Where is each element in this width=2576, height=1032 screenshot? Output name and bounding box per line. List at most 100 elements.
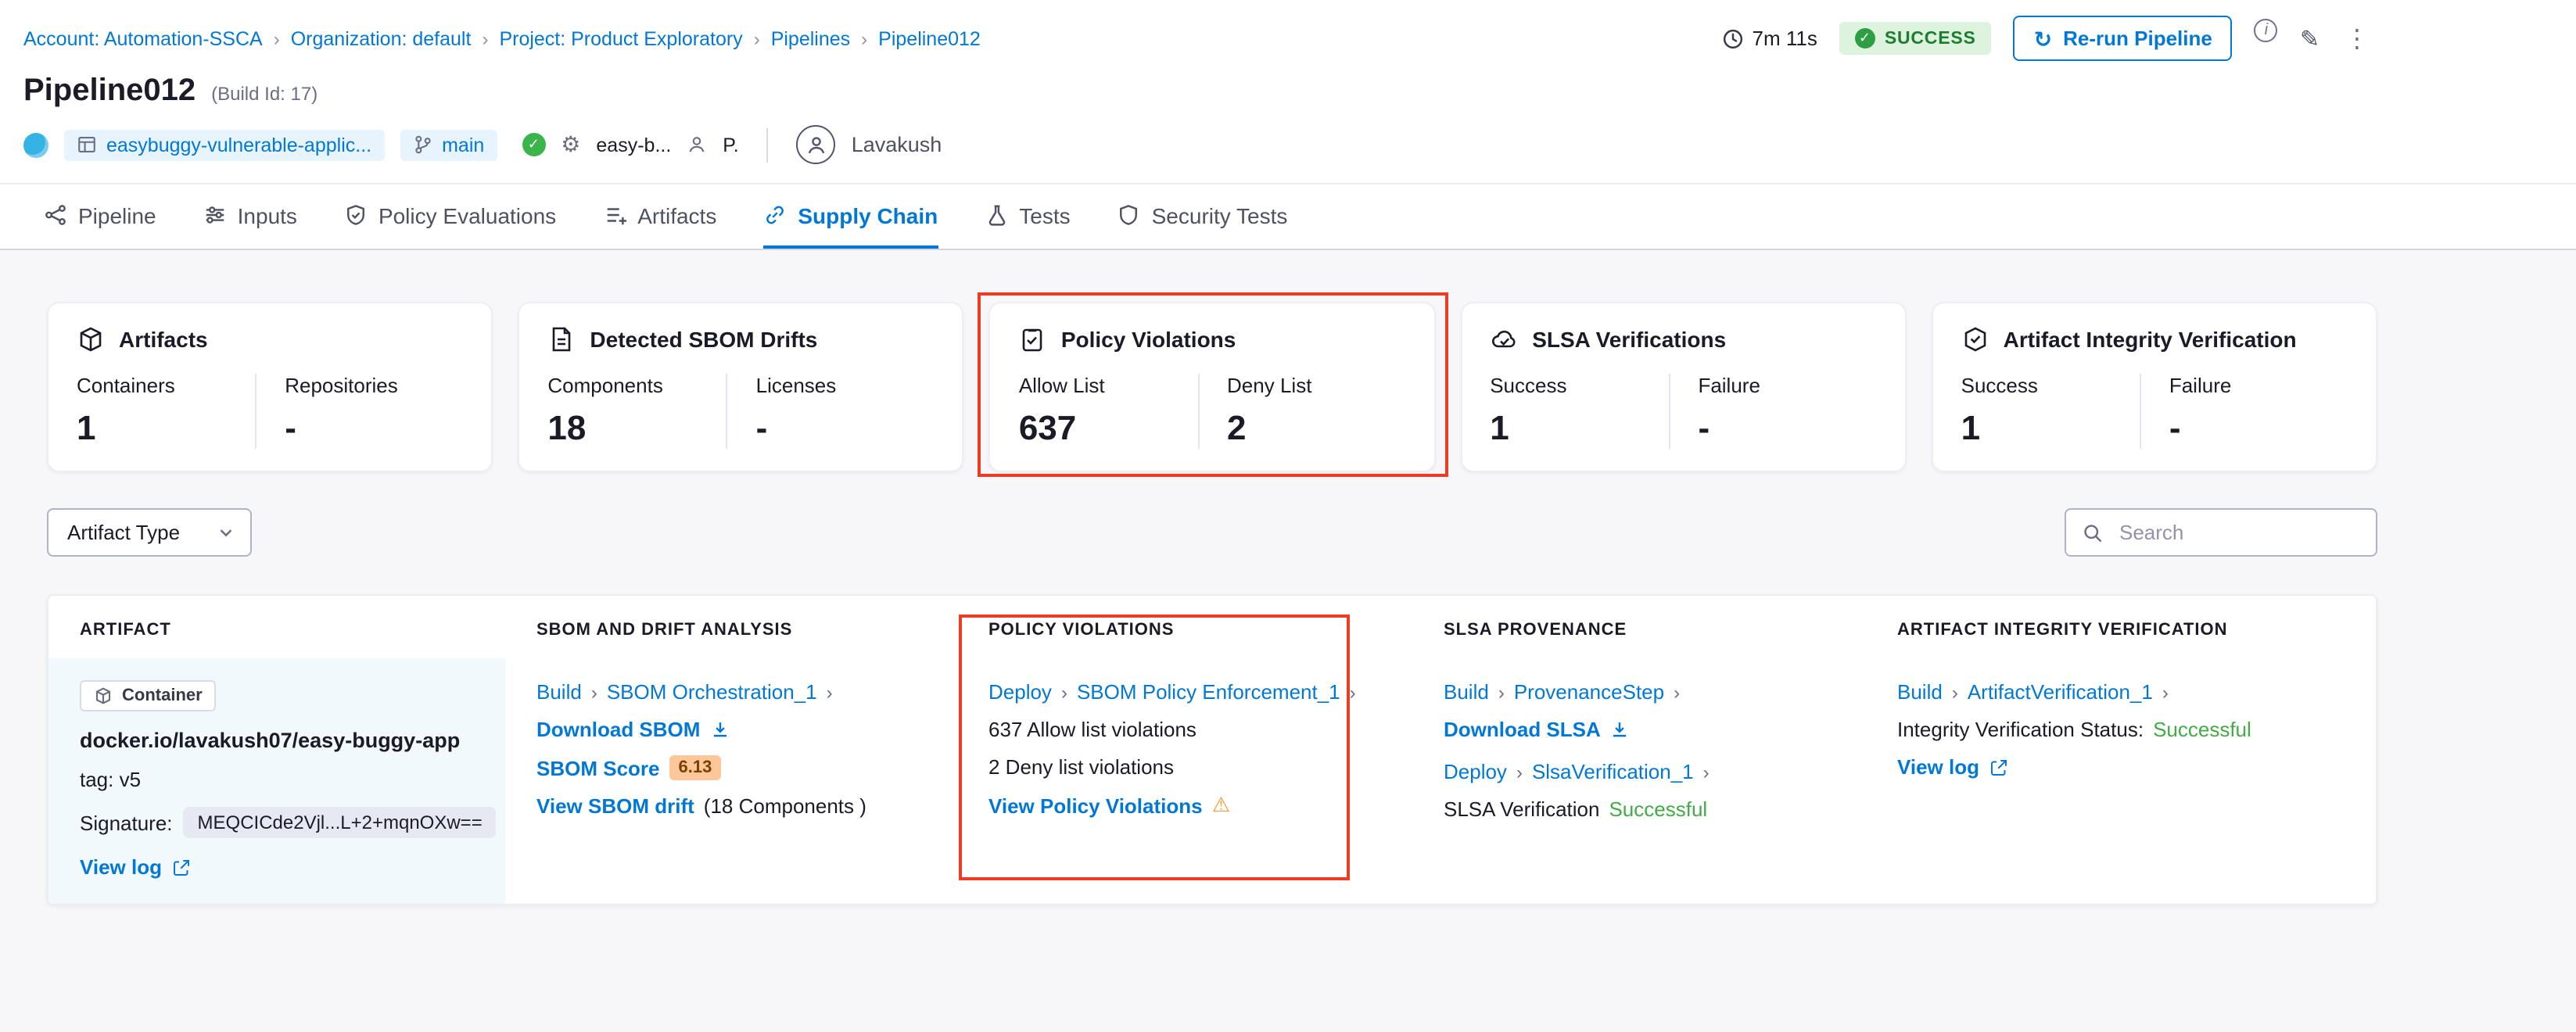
tab-security-tests[interactable]: Security Tests — [1118, 185, 1288, 249]
policy-stage-link[interactable]: Deploy — [988, 680, 1052, 704]
shield-check-icon — [344, 203, 368, 227]
branch-link[interactable]: main — [442, 134, 484, 156]
view-log-link[interactable]: View log — [80, 855, 162, 879]
slsa-verify-stage-link[interactable]: Deploy — [1444, 760, 1507, 783]
user-name: Lavakush — [852, 133, 942, 156]
sbom-stage-link[interactable]: Build — [536, 680, 582, 704]
view-sbom-drift-link[interactable]: View SBOM drift — [536, 794, 694, 818]
artifact-cell: Container docker.io/lavakush07/easy-bugg… — [48, 658, 505, 904]
integrity-stage-link[interactable]: Build — [1897, 680, 1943, 704]
slsa-cell: Build › ProvenanceStep › Download SLSA D… — [1412, 658, 1866, 904]
stat-label: Licenses — [756, 374, 935, 397]
document-icon — [547, 325, 576, 353]
tab-label: Security Tests — [1152, 202, 1288, 228]
repo-link[interactable]: easybuggy-vulnerable-applic... — [106, 134, 371, 156]
chevron-right-icon: › — [1703, 761, 1710, 783]
stat-value: 1 — [1961, 408, 2140, 449]
download-sbom-link[interactable]: Download SBOM — [536, 718, 700, 741]
check-circle-icon: ✓ — [1855, 28, 1875, 48]
breadcrumb-pipelines[interactable]: Pipelines — [771, 27, 850, 49]
tab-policy-evaluations[interactable]: Policy Evaluations — [344, 185, 556, 249]
tab-pipeline[interactable]: Pipeline — [44, 185, 156, 249]
external-link-icon[interactable] — [171, 858, 190, 876]
container-type-chip: Container — [80, 680, 217, 711]
deny-list-violations: 2 Deny list violations — [988, 755, 1174, 779]
view-policy-violations-link[interactable]: View Policy Violations — [988, 794, 1203, 817]
search-input[interactable] — [2116, 519, 2360, 546]
container-icon — [94, 686, 113, 705]
execution-meta: easybuggy-vulnerable-applic... main ✓ ⚙ … — [0, 109, 2576, 183]
chevron-right-icon: › — [1061, 681, 1067, 703]
table-row: Container docker.io/lavakush07/easy-bugg… — [48, 658, 2376, 904]
rerun-pipeline-button[interactable]: ↻ Re-run Pipeline — [2014, 16, 2233, 61]
col-header-slsa: SLSA PROVENANCE — [1412, 596, 1866, 658]
slsa-verify-step-link[interactable]: SlsaVerification_1 — [1532, 760, 1694, 783]
policy-violations-cell: Deploy › SBOM Policy Enforcement_1 › 637… — [957, 658, 1412, 904]
chevron-right-icon: › — [827, 681, 833, 703]
page-title: Pipeline012 — [23, 73, 196, 109]
clipboard-check-icon — [1019, 325, 1047, 353]
chevron-right-icon: › — [1674, 681, 1680, 703]
card-title: SLSA Verifications — [1532, 327, 1726, 352]
signature-label: Signature: — [80, 811, 173, 834]
sbom-score-link[interactable]: SBOM Score — [536, 756, 660, 779]
tab-label: Tests — [1019, 202, 1070, 228]
download-icon[interactable] — [709, 719, 730, 740]
tab-tests[interactable]: Tests — [985, 185, 1070, 249]
card-sbom-drifts: Detected SBOM Drifts Components 18 Licen… — [518, 302, 963, 472]
supply-chain-content: Artifacts Containers 1 Repositories - — [0, 250, 2576, 1032]
stat-label: Failure — [2169, 374, 2348, 397]
breadcrumb-project[interactable]: Project: Product Exploratory — [499, 27, 742, 49]
stat-label: Failure — [1698, 374, 1876, 397]
external-link-icon[interactable] — [1989, 758, 2007, 776]
integrity-status-value: Successful — [2153, 718, 2251, 741]
artifact-type-dropdown[interactable]: Artifact Type — [47, 508, 252, 557]
breadcrumb-org[interactable]: Organization: default — [291, 27, 472, 49]
dropdown-label: Artifact Type — [67, 521, 180, 544]
slsa-step-link[interactable]: ProvenanceStep — [1514, 680, 1664, 704]
chevron-right-icon: › — [1952, 681, 1958, 703]
breadcrumb-account[interactable]: Account: Automation-SSCA — [23, 27, 263, 49]
trigger-name: easy-b... — [596, 134, 671, 156]
card-title: Policy Violations — [1061, 327, 1236, 352]
info-icon[interactable]: i — [2255, 19, 2278, 42]
summary-cards: Artifacts Containers 1 Repositories - — [0, 250, 2576, 472]
warning-icon: ⚠ — [1212, 793, 1230, 818]
tab-label: Inputs — [238, 202, 297, 228]
avatar[interactable] — [797, 125, 836, 164]
edit-icon[interactable]: ✎ — [2300, 24, 2319, 52]
tab-inputs[interactable]: Inputs — [203, 185, 297, 249]
stat-value: 1 — [1490, 408, 1668, 449]
card-title: Artifact Integrity Verification — [2004, 327, 2297, 352]
stat-label: Success — [1490, 374, 1668, 397]
app: Account: Automation-SSCA › Organization:… — [0, 0, 2576, 1032]
chevron-down-icon — [217, 524, 235, 541]
cloud-check-icon — [1490, 325, 1518, 353]
branch-pill[interactable]: main — [400, 129, 497, 160]
download-slsa-link[interactable]: Download SLSA — [1444, 718, 1601, 741]
chevron-right-icon: › — [1350, 681, 1356, 703]
stat-value: 637 — [1019, 408, 1197, 449]
view-log-link[interactable]: View log — [1897, 755, 1979, 779]
policy-step-link[interactable]: SBOM Policy Enforcement_1 — [1077, 680, 1340, 704]
col-header-policy: POLICY VIOLATIONS — [957, 596, 1412, 658]
repo-pill[interactable]: easybuggy-vulnerable-applic... — [64, 129, 384, 160]
stat-value: - — [2169, 408, 2348, 449]
download-icon[interactable] — [1610, 719, 1631, 740]
integrity-step-link[interactable]: ArtifactVerification_1 — [1968, 680, 2153, 704]
more-options-icon[interactable]: ⋮ — [2341, 23, 2373, 54]
tab-supply-chain[interactable]: Supply Chain — [763, 185, 938, 249]
sbom-cell: Build › SBOM Orchestration_1 › Download … — [505, 658, 957, 904]
tab-artifacts[interactable]: Artifacts — [603, 185, 716, 249]
breadcrumb-pipeline012[interactable]: Pipeline012 — [878, 27, 981, 49]
tab-label: Policy Evaluations — [379, 202, 556, 228]
git-branch-icon — [412, 134, 432, 155]
refresh-icon: ↻ — [2034, 27, 2052, 49]
stat-label: Success — [1961, 374, 2140, 397]
slsa-stage-link[interactable]: Build — [1444, 680, 1489, 704]
card-artifact-integrity: Artifact Integrity Verification Success … — [1932, 302, 2377, 472]
sbom-step-link[interactable]: SBOM Orchestration_1 — [607, 680, 817, 704]
duration-value: 7m 11s — [1753, 27, 1817, 50]
chevron-right-icon: › — [263, 27, 291, 49]
card-title: Detected SBOM Drifts — [590, 327, 817, 352]
